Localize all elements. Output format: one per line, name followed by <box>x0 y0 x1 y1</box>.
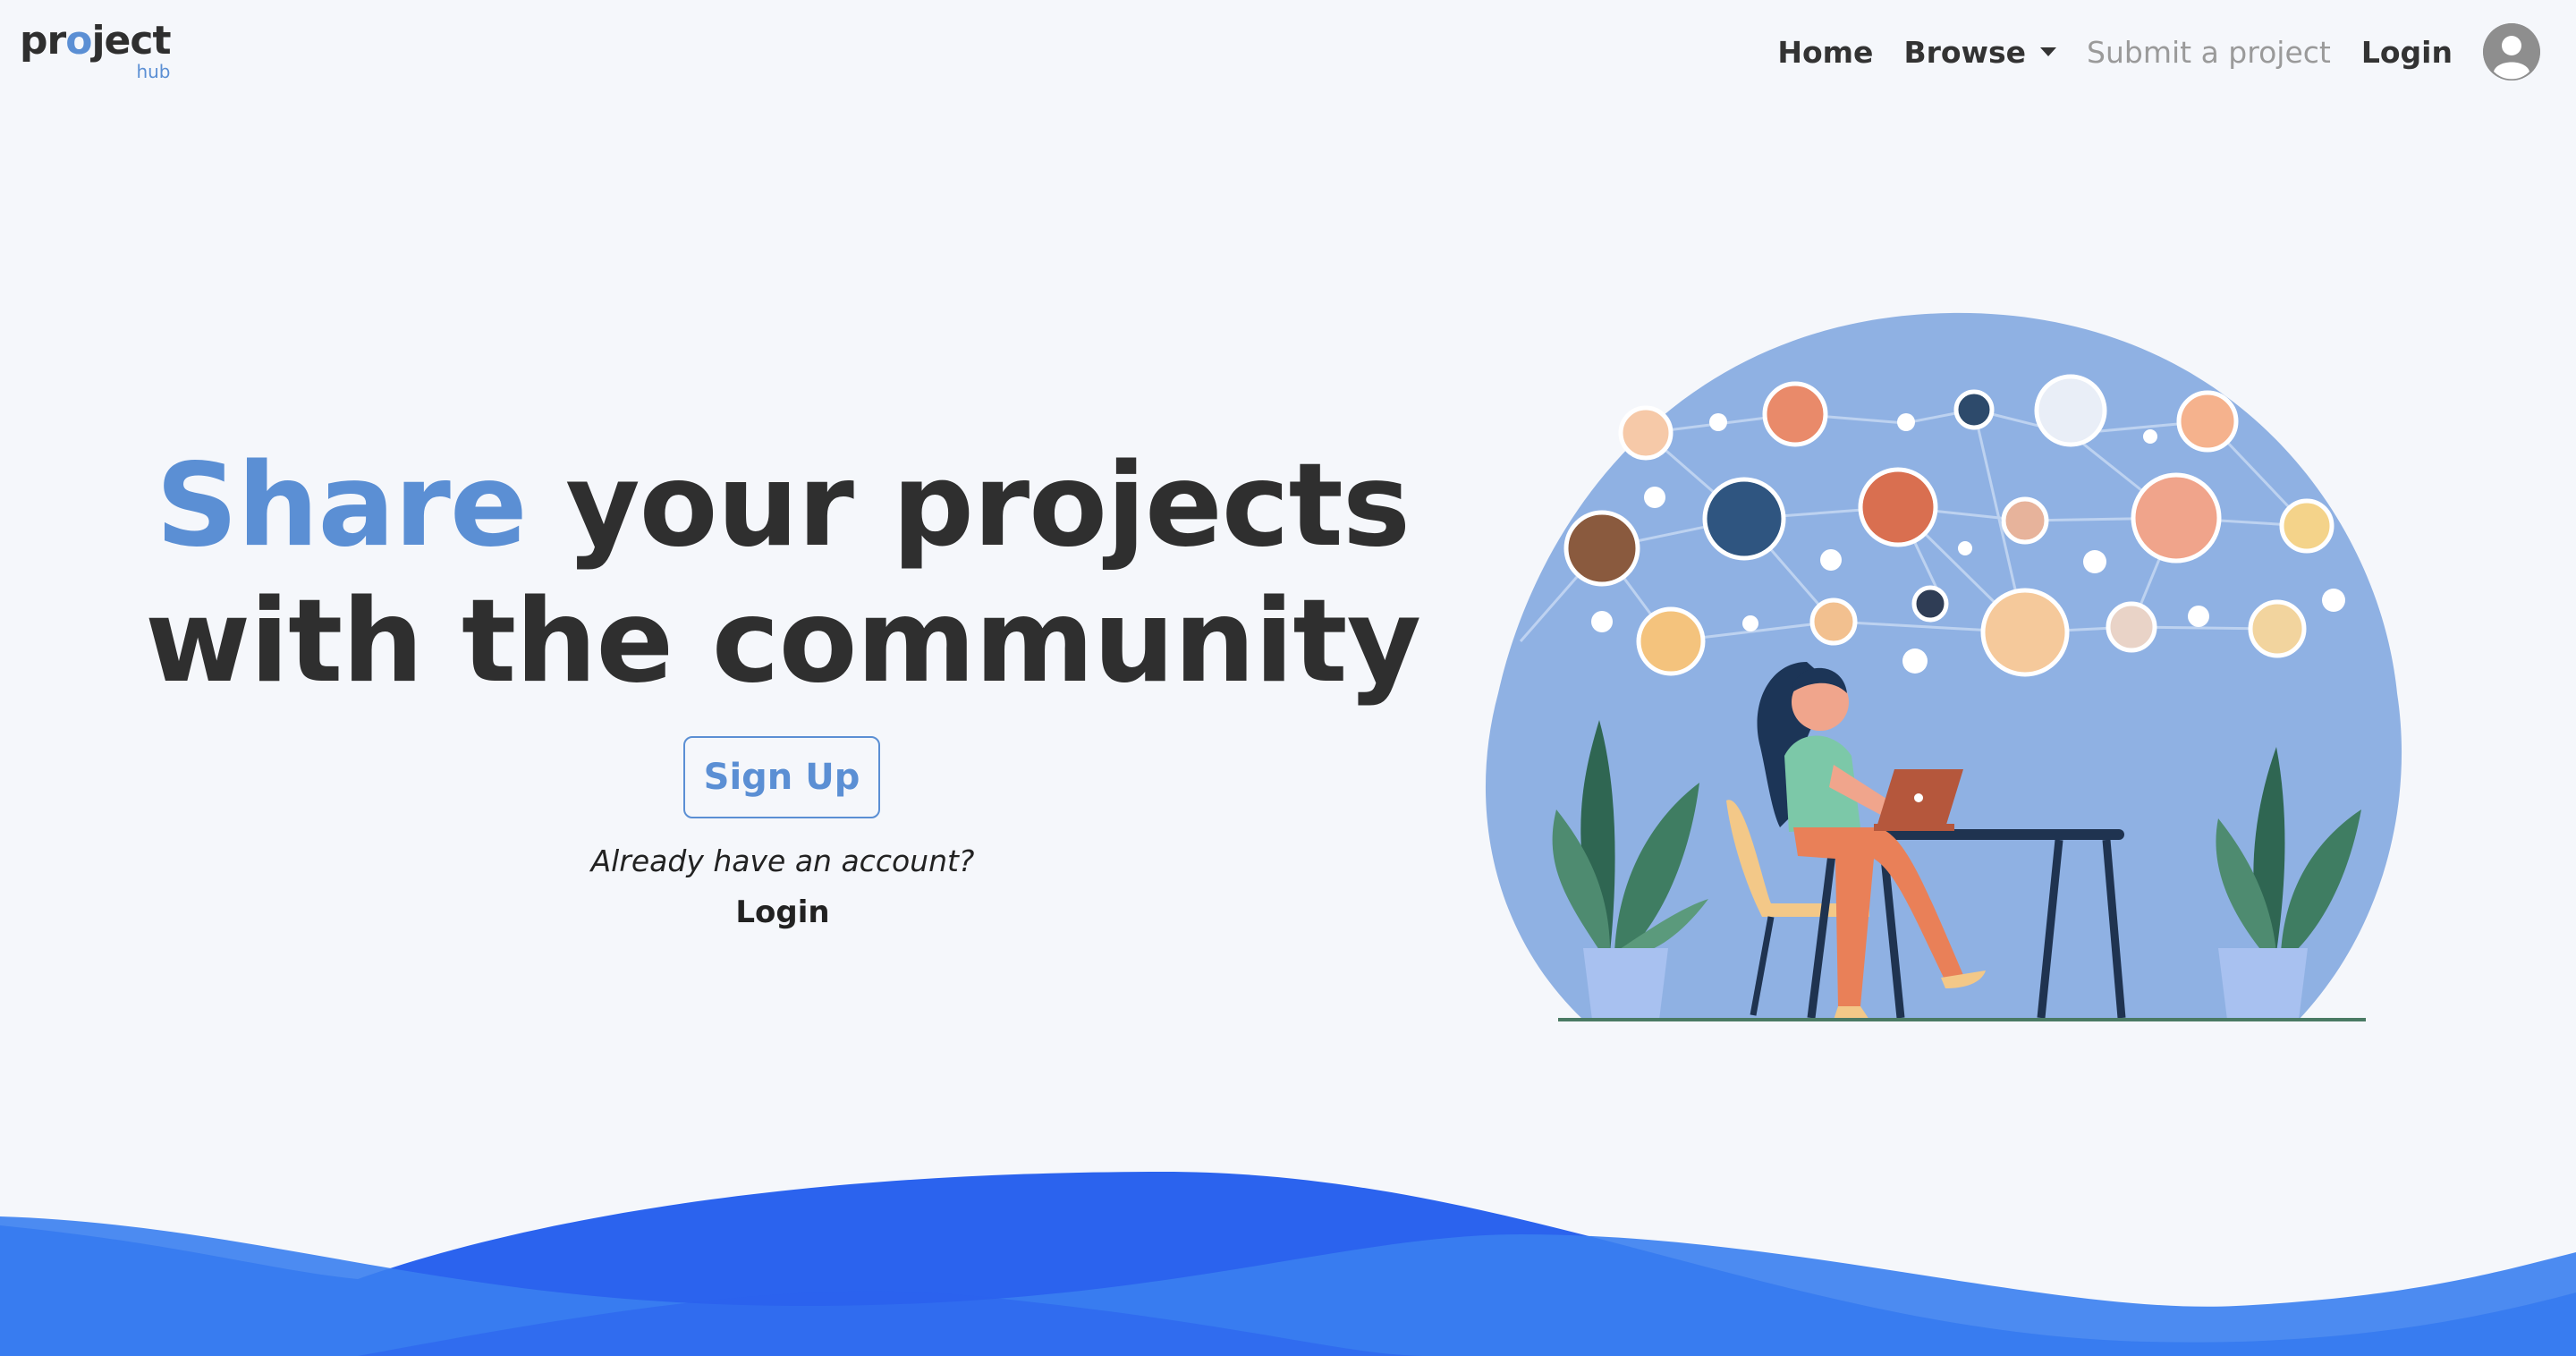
caret-down-icon <box>2040 47 2057 56</box>
logo[interactable]: project hub <box>20 18 171 81</box>
logo-subtitle: hub <box>136 61 171 82</box>
already-have-account-text: Already have an account? <box>590 843 975 878</box>
hero-title: Share your projects with the community <box>0 438 1565 710</box>
footer-waves <box>0 1172 2576 1356</box>
logo-wordmark: project <box>20 18 171 64</box>
nav-browse-label: Browse <box>1903 34 2027 70</box>
user-avatar-icon[interactable] <box>2483 23 2540 81</box>
top-nav: Home Browse Submit a project Login <box>1747 23 2540 81</box>
hero-login-link[interactable]: Login <box>0 894 1565 930</box>
hero-title-line1: Share your projects <box>0 438 1565 574</box>
nav-login-link[interactable]: Login <box>2361 35 2453 70</box>
nav-home-link[interactable]: Home <box>1777 35 1873 70</box>
hero-title-line2: with the community <box>145 575 1421 708</box>
nav-submit-project-link[interactable]: Submit a project <box>2087 35 2331 70</box>
hero-title-rest: your projects <box>526 439 1411 572</box>
sign-up-button[interactable]: Sign Up <box>683 736 880 818</box>
community-illustration <box>1485 312 2402 1021</box>
hero-title-accent: Share <box>156 439 528 572</box>
nav-browse-dropdown[interactable]: Browse <box>1903 34 2057 70</box>
